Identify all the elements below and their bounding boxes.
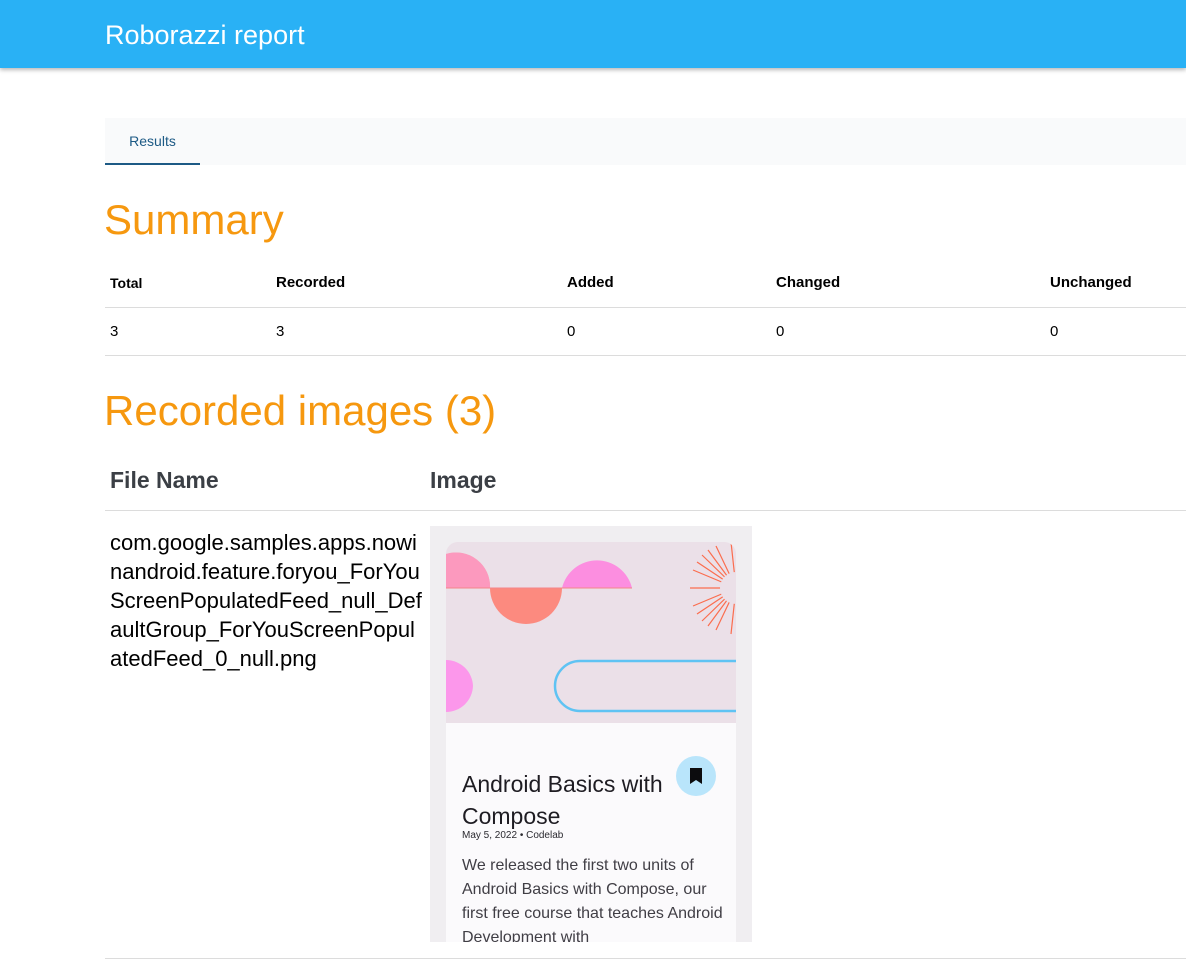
summary-divider	[105, 307, 1186, 308]
summary-value-added: 0	[567, 323, 576, 340]
column-header-file-name: File Name	[110, 467, 219, 493]
recorded-images-heading: Recorded images (3)	[104, 387, 497, 434]
app-bar: Roborazzi report	[0, 0, 1186, 68]
summary-value-total: 3	[110, 323, 119, 340]
bookmark-button[interactable]	[676, 756, 716, 796]
summary-value-recorded: 3	[276, 323, 285, 340]
summary-bottom-divider	[105, 355, 1186, 356]
card-meta: May 5, 2022 • Codelab	[462, 830, 564, 841]
summary-header-added: Added	[567, 274, 614, 291]
column-header-image: Image	[430, 467, 497, 493]
preview-card: Android Basics with Compose May 5, 2022 …	[446, 542, 736, 942]
bookmark-icon	[690, 768, 702, 784]
card-title: Android Basics with Compose	[462, 771, 663, 829]
summary-header-changed: Changed	[776, 274, 841, 291]
tab-results[interactable]: Results	[105, 118, 200, 165]
recorded-row-divider	[105, 958, 1186, 959]
file-name-cell: com.google.samples.apps.nowinandroid.fea…	[110, 530, 422, 671]
summary-heading: Summary	[104, 196, 284, 243]
summary-header-total: Total	[110, 275, 143, 291]
summary-value-changed: 0	[776, 323, 785, 340]
summary-header-unchanged: Unchanged	[1050, 274, 1132, 291]
tab-bar: Results	[105, 118, 1186, 165]
card-description: We released the first two units of Andro…	[462, 857, 723, 942]
summary-value-unchanged: 0	[1050, 323, 1059, 340]
screenshot-preview[interactable]: Android Basics with Compose May 5, 2022 …	[430, 526, 752, 942]
recorded-header-divider	[105, 510, 1186, 511]
card-header-illustration	[446, 542, 736, 723]
app-title: Roborazzi report	[105, 20, 305, 50]
summary-header-recorded: Recorded	[276, 274, 346, 291]
